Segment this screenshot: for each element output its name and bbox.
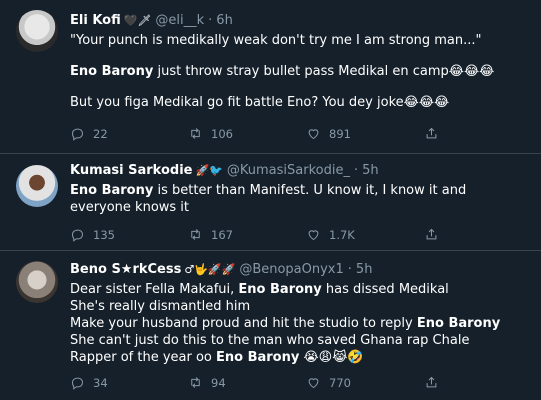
share-button[interactable] — [424, 227, 464, 242]
separator: · — [208, 13, 213, 28]
tweet-line-3: Make your husband proud and hit the stud… — [70, 315, 529, 332]
tweet-1[interactable]: Eli Kofi 🖤🗡 @eli__k · 6h "Your punch is … — [0, 0, 541, 154]
tweet-actions: 135 167 1.7K — [70, 227, 464, 242]
heart-icon — [308, 230, 319, 241]
display-name[interactable]: Beno S★rkCess — [70, 261, 181, 279]
handle[interactable]: @eli__k — [155, 12, 204, 30]
tweet-header: Eli Kofi 🖤🗡 @eli__k · 6h — [70, 12, 529, 30]
retweet-icon — [191, 377, 200, 388]
share-button[interactable] — [424, 126, 464, 141]
tweet-actions: 34 94 770 — [70, 375, 464, 390]
mention-bold: Eno Barony — [238, 282, 322, 297]
tweet-3[interactable]: Beno S★rkCess ♂🤟🚀🚀 @BenopaOnyx1 · 5h Dea… — [0, 251, 541, 400]
share-icon — [426, 376, 437, 388]
tweet-2[interactable]: Kumasi Sarkodie 🚀🐦 @KumasiSarkodie_ · 5h… — [0, 154, 541, 251]
retweet-button[interactable]: 94 — [188, 375, 306, 390]
tweet-line-3: But you figa Medikal go fit battle Eno? … — [70, 95, 450, 110]
tweet-text: "Your punch is medikally weak don't try … — [70, 32, 529, 111]
tweet-line-1: Dear sister Fella Makafui, Eno Barony ha… — [70, 281, 529, 298]
heart-icon — [308, 378, 319, 389]
tweet-line-1: "Your punch is medikally weak don't try … — [70, 33, 482, 48]
handle[interactable]: @BenopaOnyx1 — [239, 261, 343, 279]
like-button[interactable]: 770 — [306, 375, 424, 390]
retweet-button[interactable]: 167 — [188, 227, 306, 242]
reply-count: 135 — [93, 227, 115, 242]
tweet-line-4: She can't just do this to the man who sa… — [70, 333, 470, 348]
avatar[interactable] — [16, 165, 58, 207]
separator: · — [353, 163, 359, 178]
text-segment: has dissed Medikal — [321, 282, 449, 297]
timestamp[interactable]: 6h — [216, 12, 233, 30]
tweet-header: Beno S★rkCess ♂🤟🚀🚀 @BenopaOnyx1 · 5h — [70, 261, 529, 279]
like-count: 1.7K — [329, 227, 355, 242]
tweet-actions: 22 106 891 — [70, 126, 464, 141]
retweet-icon — [191, 229, 200, 240]
text-segment: Rapper of the year oo — [70, 350, 216, 365]
name-emoji: 🚀🐦 — [195, 164, 223, 177]
tweet-text: Dear sister Fella Makafui, Eno Barony ha… — [70, 281, 529, 366]
reply-icon — [71, 377, 84, 390]
separator: · — [347, 262, 352, 277]
tweet-header: Kumasi Sarkodie 🚀🐦 @KumasiSarkodie_ · 5h — [70, 162, 529, 180]
reply-count: 34 — [93, 375, 108, 390]
retweet-button[interactable]: 106 — [188, 126, 306, 141]
tweet-line-2-rest: just throw stray bullet pass Medikal en … — [153, 64, 495, 79]
share-button[interactable] — [424, 375, 464, 390]
display-name[interactable]: Kumasi Sarkodie — [70, 162, 193, 180]
text-segment: 😭😩😹🤣 — [299, 350, 364, 365]
display-name[interactable]: Eli Kofi — [70, 12, 121, 30]
text-segment: Dear sister Fella Makafui, — [70, 282, 239, 297]
reply-count: 22 — [93, 126, 108, 141]
like-button[interactable]: 1.7K — [306, 227, 424, 242]
like-button[interactable]: 891 — [306, 126, 424, 141]
like-count: 891 — [329, 126, 351, 141]
reply-icon — [71, 229, 84, 242]
share-icon — [426, 127, 437, 139]
tweet-line-5: Rapper of the year oo Eno Barony 😭😩😹🤣 — [70, 349, 529, 366]
retweet-count: 106 — [211, 126, 233, 141]
text-segment: Make your husband proud and hit the stud… — [70, 316, 417, 331]
retweet-icon — [191, 128, 200, 139]
share-icon — [426, 228, 437, 240]
handle[interactable]: @KumasiSarkodie_ — [227, 162, 350, 180]
tweet-line-2: She's really dismantled him — [70, 299, 251, 314]
name-emoji: 🖤🗡 — [123, 14, 152, 27]
avatar[interactable] — [16, 10, 58, 52]
timestamp[interactable]: 5h — [356, 261, 373, 279]
tweet-line-2: Eno Barony just throw stray bullet pass … — [70, 63, 529, 80]
retweet-count: 94 — [211, 375, 226, 390]
name-emoji: ♂🤟🚀🚀 — [184, 263, 236, 276]
mention-bold: Eno Barony — [216, 350, 300, 365]
reply-icon — [71, 128, 84, 141]
reply-button[interactable]: 135 — [70, 227, 188, 242]
mention-bold: Eno Barony — [70, 64, 154, 79]
mention-bold: Eno Barony — [70, 183, 154, 198]
tweet-text: Eno Barony is better than Manifest. U kn… — [70, 182, 529, 216]
mention-bold: Eno Barony — [416, 316, 501, 331]
avatar[interactable] — [16, 261, 58, 303]
timestamp[interactable]: 5h — [362, 162, 379, 180]
reply-button[interactable]: 34 — [70, 375, 188, 390]
heart-icon — [308, 129, 319, 140]
like-count: 770 — [329, 375, 351, 390]
retweet-count: 167 — [211, 227, 233, 242]
reply-button[interactable]: 22 — [70, 126, 188, 141]
